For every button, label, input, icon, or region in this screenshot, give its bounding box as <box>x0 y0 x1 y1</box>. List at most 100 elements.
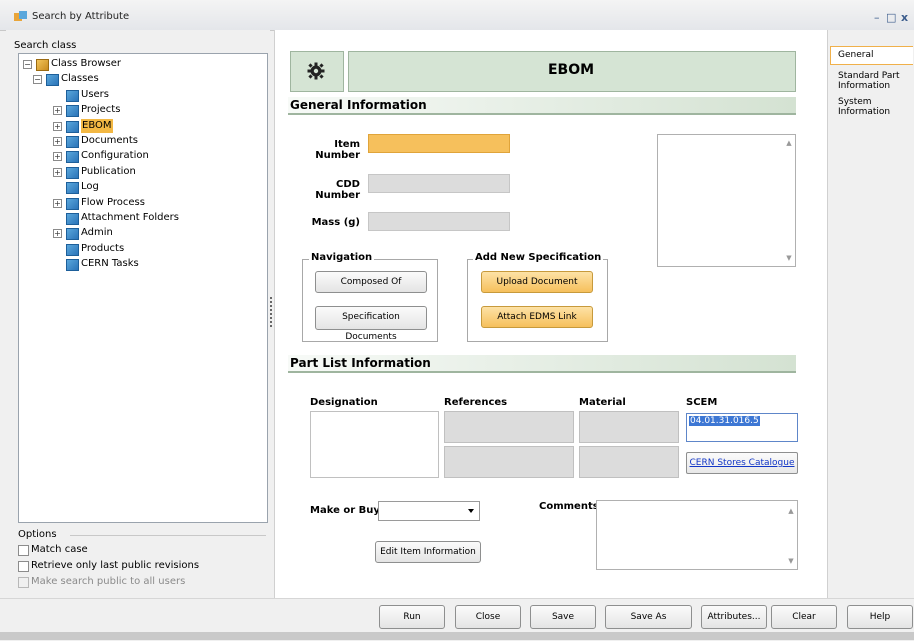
scroll-down-icon[interactable]: ▼ <box>787 557 795 565</box>
specification-documents-button[interactable]: Specification Documents <box>315 306 427 342</box>
chevron-down-icon <box>468 509 474 513</box>
attributes-button[interactable]: Attributes... <box>701 605 767 629</box>
class-icon <box>66 259 79 272</box>
expand-icon[interactable]: + <box>53 229 62 239</box>
search-class-label: Search class <box>14 40 77 51</box>
material-column: Material <box>579 397 626 408</box>
item-number-label: Item Number <box>315 139 360 161</box>
form-title: EBOM <box>547 62 595 78</box>
comments-field[interactable]: ▲ ▼ <box>596 500 798 570</box>
match-case-checkbox[interactable] <box>18 545 29 556</box>
class-icon <box>66 228 79 241</box>
tree-node-label: Flow Process <box>81 196 145 208</box>
scroll-up-icon[interactable]: ▲ <box>785 139 793 147</box>
make-public-label: Make search public to all users <box>31 576 186 587</box>
run-button[interactable]: Run <box>379 605 445 629</box>
last-public-checkbox[interactable] <box>18 561 29 572</box>
scroll-up-icon[interactable]: ▲ <box>787 507 795 515</box>
expand-icon[interactable]: + <box>53 106 62 116</box>
tree-node-label: Products <box>81 242 125 254</box>
attach-edms-link-button[interactable]: Attach EDMS Link <box>481 306 593 328</box>
tree-node-label: EBOM <box>81 118 113 133</box>
class-tree[interactable]: − Class Browser − Classes Users + Projects + EBO… <box>18 53 268 523</box>
class-icon <box>46 74 59 87</box>
mass-field[interactable] <box>368 212 510 231</box>
class-icon <box>66 166 79 179</box>
tab-standard-part-line2[interactable]: Information <box>838 81 890 91</box>
composed-of-button[interactable]: Composed Of <box>315 271 427 293</box>
tree-node-label: Publication <box>81 165 136 177</box>
make-public-checkbox[interactable] <box>18 577 29 588</box>
home-folder-icon <box>36 59 49 71</box>
tree-node-label: Attachment Folders <box>81 212 179 223</box>
class-icon <box>66 120 79 133</box>
references-column: References <box>444 397 508 408</box>
item-number-field[interactable] <box>368 134 510 153</box>
clear-button[interactable]: Clear <box>771 605 837 629</box>
class-icon <box>66 89 79 102</box>
class-icon <box>66 151 79 164</box>
upload-document-button[interactable]: Upload Document <box>481 271 593 293</box>
tab-system-line2[interactable]: Information <box>838 107 890 117</box>
tree-node-label: Projects <box>81 104 121 116</box>
last-public-label: Retrieve only last public revisions <box>31 560 200 571</box>
minimize-icon[interactable]: – <box>874 11 880 24</box>
image-preview-box[interactable]: ▲ ▼ <box>657 134 796 267</box>
tree-node-label: Log <box>81 181 99 193</box>
class-icon <box>66 243 79 256</box>
window-title: Search by Attribute <box>32 11 130 22</box>
expand-icon[interactable]: + <box>53 121 62 131</box>
title-bar: Search by Attribute – □ x <box>0 0 914 31</box>
save-button[interactable]: Save <box>530 605 596 629</box>
class-icon <box>66 105 79 118</box>
tab-general-label: General <box>838 50 874 60</box>
expand-icon[interactable]: + <box>53 198 62 208</box>
scroll-down-icon[interactable]: ▼ <box>785 254 793 262</box>
tree-node-label: Class Browser <box>51 58 122 69</box>
status-strip <box>0 632 914 640</box>
tree-node-label: Users <box>81 88 110 100</box>
close-icon[interactable]: x <box>901 11 908 24</box>
gear-button[interactable] <box>290 51 344 92</box>
expand-icon[interactable]: + <box>53 137 62 146</box>
cern-stores-catalogue-link[interactable]: CERN Stores Catalogue <box>686 452 798 474</box>
material-cell[interactable] <box>579 446 679 478</box>
tab-standard-part-line1[interactable]: Standard Part <box>838 71 900 81</box>
scem-column: SCEM <box>686 397 718 408</box>
collapse-icon[interactable]: − <box>33 75 42 85</box>
app-icon <box>14 11 27 21</box>
designation-field[interactable] <box>310 411 439 478</box>
part-list-header: Part List Information <box>288 355 796 373</box>
references-cell[interactable] <box>444 411 574 443</box>
mass-label: Mass (g) <box>311 217 360 228</box>
edit-item-information-button[interactable]: Edit Item Information <box>375 541 481 563</box>
close-button[interactable]: Close <box>455 605 521 629</box>
tab-system-line1[interactable]: System <box>838 97 872 107</box>
cdd-number-field[interactable] <box>368 174 510 193</box>
options-label: Options <box>18 529 57 540</box>
general-info-header: General Information <box>288 97 796 115</box>
options-divider <box>70 535 266 536</box>
expand-icon[interactable]: + <box>53 167 62 177</box>
designation-column: Designation <box>310 397 378 408</box>
make-or-buy-label: Make or Buy <box>310 505 380 516</box>
cdd-number-label: CDD Number <box>315 179 360 201</box>
navigation-title: Navigation <box>309 252 375 263</box>
expand-icon[interactable]: + <box>53 152 62 162</box>
gear-icon <box>307 62 325 80</box>
collapse-icon[interactable]: − <box>23 60 32 69</box>
help-button[interactable]: Help <box>847 605 913 629</box>
save-as-button[interactable]: Save As <box>605 605 692 629</box>
class-icon <box>66 136 79 148</box>
add-spec-title: Add New Specification <box>473 252 604 263</box>
references-cell[interactable] <box>444 446 574 478</box>
maximize-icon[interactable]: □ <box>886 11 896 24</box>
tree-node-label: Configuration <box>81 150 149 162</box>
class-icon <box>66 213 79 225</box>
material-cell[interactable] <box>579 411 679 443</box>
tree-node-label: CERN Tasks <box>81 258 139 270</box>
make-or-buy-select[interactable] <box>378 501 480 521</box>
tree-node-label: Admin <box>81 227 113 239</box>
class-icon <box>66 182 79 195</box>
tree-node-label: Classes <box>61 73 99 85</box>
